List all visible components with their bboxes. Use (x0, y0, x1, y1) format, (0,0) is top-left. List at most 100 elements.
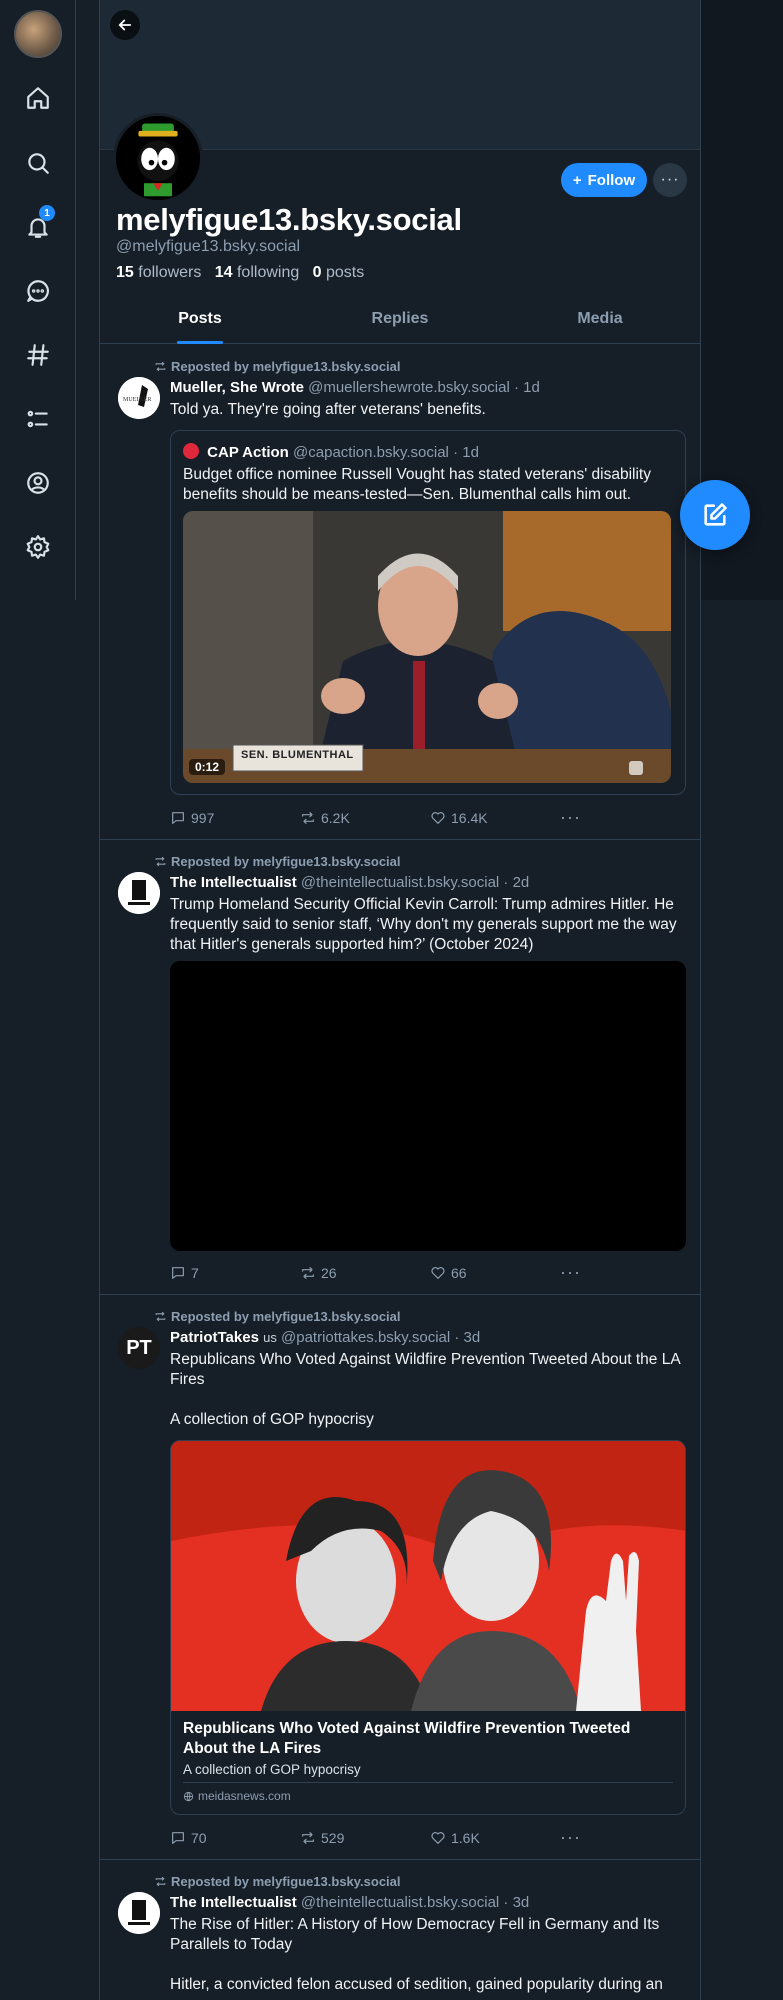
post-actions: 997 6.2K 16.4K ··· (170, 807, 600, 828)
more-options-button[interactable]: ··· (653, 163, 687, 197)
reply-icon (172, 1266, 184, 1279)
repost-button[interactable]: 6.2K (300, 807, 430, 828)
feed-post[interactable]: Reposted by melyfigue13.bsky.social MUEL… (100, 345, 700, 840)
like-button[interactable]: 66 (430, 1262, 560, 1283)
author-name[interactable]: The Intellectualist (170, 874, 297, 891)
embedded-video[interactable] (170, 961, 686, 1251)
link-card-title: Republicans Who Voted Against Wildfire P… (183, 1720, 631, 1757)
post-menu-button[interactable]: ··· (560, 1827, 600, 1848)
author-avatar[interactable]: PT (118, 1327, 160, 1369)
gear-icon[interactable] (22, 531, 54, 563)
tab-posts[interactable]: Posts (100, 302, 300, 344)
author-flag: us (263, 1330, 277, 1345)
post-time: · 3d (503, 1894, 530, 1911)
arrow-left-icon (118, 19, 132, 31)
profile-column: + Follow ··· melyfigue13.bsky.social @me… (99, 0, 701, 2000)
mute-icon[interactable] (629, 761, 643, 775)
list-icon[interactable] (22, 403, 54, 435)
author-name[interactable]: The Intellectualist (170, 1894, 297, 1911)
quote-text: Budget office nominee Russell Vought has… (183, 466, 651, 503)
author-handle[interactable]: @theintellectualist.bsky.social (301, 1894, 499, 1911)
reply-icon (172, 811, 184, 824)
reply-icon (172, 1831, 184, 1844)
profile-avatar[interactable] (113, 113, 203, 203)
martian-avatar-icon (116, 116, 200, 200)
compose-icon (704, 503, 727, 526)
heart-icon (431, 811, 445, 824)
repost-icon (155, 1876, 166, 1887)
post-menu-button[interactable]: ··· (560, 1262, 600, 1283)
repost-indicator: Reposted by melyfigue13.bsky.social (154, 1309, 401, 1324)
repost-indicator: Reposted by melyfigue13.bsky.social (154, 1874, 401, 1889)
link-card[interactable]: Republicans Who Voted Against Wildfire P… (170, 1440, 686, 1815)
author-name[interactable]: Mueller, She Wrote (170, 379, 304, 396)
reply-button[interactable]: 70 (170, 1827, 300, 1848)
posts-count: 0 posts (312, 264, 365, 281)
repost-icon (302, 811, 314, 824)
link-card-domain: meidasnews.com (198, 1789, 291, 1803)
following-link[interactable]: 14 following (215, 264, 300, 281)
repost-indicator: Reposted by melyfigue13.bsky.social (154, 854, 401, 869)
author-avatar[interactable]: MUELLER (118, 377, 160, 419)
feed-post[interactable]: Reposted by melyfigue13.bsky.social The … (100, 1860, 700, 2000)
profile-handle: @melyfigue13.bsky.social (116, 238, 301, 255)
bell-icon[interactable]: 1 (22, 205, 55, 243)
author-avatar[interactable] (118, 1892, 160, 1934)
post-menu-button[interactable]: ··· (560, 807, 600, 828)
author-handle[interactable]: @patriottakes.bsky.social (281, 1329, 450, 1346)
feed-post[interactable]: Reposted by melyfigue13.bsky.social The … (100, 840, 700, 1295)
video-thumbnail (183, 511, 671, 783)
profile-display-name: melyfigue13.bsky.social (116, 202, 462, 237)
chat-icon[interactable] (22, 275, 54, 307)
profile-icon[interactable] (22, 467, 54, 499)
repost-icon (155, 856, 166, 867)
left-nav: 1 (0, 0, 76, 600)
author-handle[interactable]: @theintellectualist.bsky.social (301, 874, 499, 891)
tab-media[interactable]: Media (500, 302, 700, 343)
quote-post[interactable]: CAP Action @capaction.bsky.social · 1d B… (170, 430, 686, 795)
followers-link[interactable]: 15 followers (116, 264, 201, 281)
like-button[interactable]: 1.6K (430, 1827, 560, 1848)
video-duration: 0:12 (189, 759, 226, 775)
heart-icon (431, 1266, 445, 1279)
quote-video[interactable]: SEN. BLUMENTHAL 0:12 (183, 511, 671, 783)
reply-button[interactable]: 997 (170, 807, 300, 828)
post-text-title: The Rise of Hitler: A History of How Dem… (170, 1916, 660, 1953)
heart-icon (431, 1831, 445, 1844)
author-name[interactable]: PatriotTakes (170, 1329, 259, 1346)
compose-button[interactable] (680, 480, 750, 550)
post-text: Trump Homeland Security Official Kevin C… (170, 896, 677, 953)
post-time: · 2d (503, 874, 530, 891)
post-text-title: Republicans Who Voted Against Wildfire P… (170, 1351, 680, 1388)
reply-button[interactable]: 7 (170, 1262, 300, 1283)
feed-post[interactable]: Reposted by melyfigue13.bsky.social PT P… (100, 1295, 700, 1860)
search-icon[interactable] (22, 147, 54, 179)
post-header: Mueller, She Wrote @muellershewrote.bsky… (170, 379, 540, 396)
author-handle[interactable]: @muellershewrote.bsky.social (308, 379, 510, 396)
post-text-subtitle: A collection of GOP hypocrisy (170, 1411, 374, 1428)
notification-badge: 1 (39, 205, 55, 221)
tab-replies[interactable]: Replies (300, 302, 500, 343)
post-text-body: Hitler, a convicted felon accused of sed… (170, 1976, 663, 1993)
back-button[interactable] (110, 10, 140, 40)
plus-icon: + (572, 171, 582, 189)
profile-stats: 15 followers 14 following 0 posts (116, 264, 364, 282)
like-button[interactable]: 16.4K (430, 807, 560, 828)
author-avatar[interactable] (118, 872, 160, 914)
post-header: The Intellectualist @theintellectualist.… (170, 874, 529, 891)
follow-button[interactable]: + Follow (561, 163, 647, 197)
home-icon[interactable] (22, 82, 54, 114)
repost-button[interactable]: 26 (300, 1262, 430, 1283)
post-time: · 1d (513, 379, 540, 396)
globe-icon (183, 1791, 194, 1801)
link-card-divider (183, 1782, 673, 1783)
hashtag-icon[interactable] (22, 339, 54, 371)
right-gutter-lower (701, 600, 783, 2000)
quote-author: CAP Action (207, 444, 289, 461)
svg-text:MUELLER: MUELLER (123, 397, 151, 403)
post-header: PatriotTakes us @patriottakes.bsky.socia… (170, 1329, 480, 1346)
follow-label: Follow (587, 171, 636, 189)
my-avatar[interactable] (14, 10, 62, 58)
repost-button[interactable]: 529 (300, 1827, 430, 1848)
repost-icon (302, 1266, 314, 1279)
